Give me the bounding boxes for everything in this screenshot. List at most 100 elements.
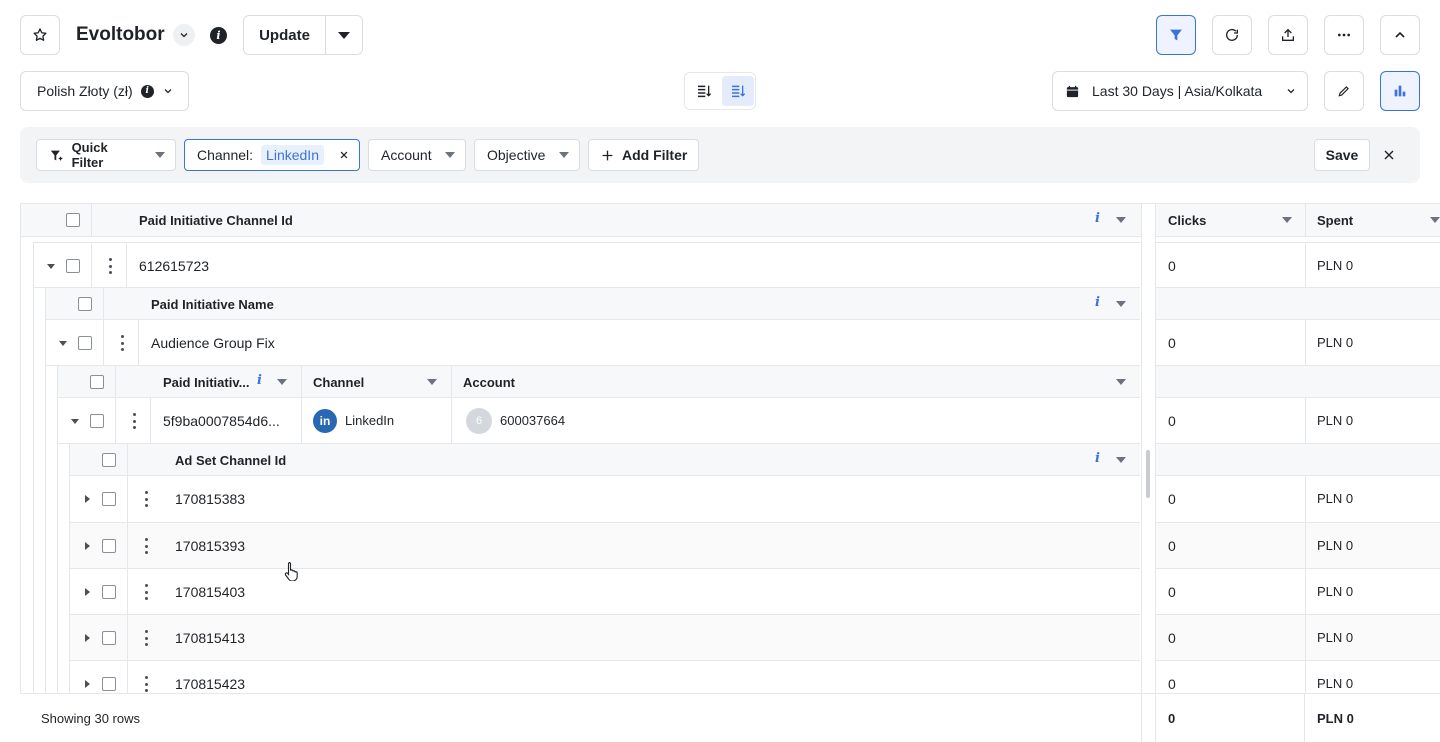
filter-toggle-button[interactable] (1156, 15, 1196, 55)
row-checkbox[interactable] (78, 336, 92, 350)
header-clicks[interactable]: Clicks (1168, 213, 1206, 228)
channel-filter-chip[interactable]: Channel: LinkedIn (184, 139, 360, 171)
star-icon (33, 28, 47, 41)
view-toggle-nested[interactable] (722, 76, 754, 106)
row-checkbox[interactable] (102, 492, 116, 506)
header-paid-initiative-channel-id[interactable]: Paid Initiative Channel Id (139, 213, 293, 228)
column-menu-caret-icon[interactable] (1116, 217, 1126, 223)
favorite-star-button[interactable] (20, 15, 60, 55)
table-row[interactable]: 170815413 (70, 615, 1140, 661)
refresh-button[interactable] (1212, 15, 1252, 55)
info-icon[interactable]: i (257, 373, 262, 388)
column-menu-caret-icon[interactable] (427, 379, 437, 385)
title-info-icon[interactable]: i (210, 27, 227, 44)
vertical-scrollbar[interactable] (1146, 450, 1150, 498)
view-toggle-flat[interactable] (688, 76, 720, 106)
objective-filter-dropdown[interactable]: Objective (474, 139, 580, 171)
row-checkbox[interactable] (102, 631, 116, 645)
table-row[interactable]: 170815383 (70, 476, 1140, 523)
edit-button[interactable] (1324, 71, 1364, 111)
row-menu-icon[interactable] (145, 538, 149, 554)
add-filter-button[interactable]: Add Filter (588, 139, 699, 171)
metrics-header-row: Clicks Spent (1156, 204, 1440, 237)
quick-filter-dropdown[interactable]: Quick Filter (36, 139, 176, 171)
chart-toggle-button[interactable] (1380, 71, 1420, 111)
table-row[interactable]: 170815393 (70, 523, 1140, 569)
expand-row-icon[interactable] (85, 588, 90, 596)
row-menu-icon[interactable] (121, 335, 125, 351)
ad-set-id-cell: 170815423 (175, 676, 246, 692)
column-menu-caret-icon[interactable] (1116, 457, 1126, 463)
metrics-row: 0 PLN 0 (1156, 569, 1440, 615)
select-all-checkbox[interactable] (66, 213, 80, 227)
more-horizontal-icon (1338, 33, 1350, 37)
select-all-checkbox[interactable] (78, 297, 92, 311)
update-dropdown-button[interactable] (325, 15, 363, 55)
expand-row-icon[interactable] (85, 634, 90, 642)
table-row[interactable]: 5f9ba0007854d6... in LinkedIn 6 60003766… (58, 398, 1140, 444)
expand-row-icon[interactable] (85, 680, 90, 688)
table-row[interactable]: 170815403 (70, 569, 1140, 615)
collapse-row-icon[interactable] (71, 419, 79, 424)
filter-bar: Quick Filter Channel: LinkedIn Account O… (20, 127, 1420, 183)
column-menu-caret-icon[interactable] (1430, 217, 1440, 223)
filter-icon (1170, 29, 1182, 41)
table-header-row: Paid Initiative Channel Id i (21, 204, 1141, 237)
column-menu-caret-icon[interactable] (277, 379, 287, 385)
more-options-button[interactable] (1324, 15, 1364, 55)
row-menu-icon[interactable] (145, 676, 149, 692)
row-menu-icon[interactable] (145, 630, 149, 646)
close-filter-bar-icon[interactable] (1383, 149, 1395, 161)
collapse-row-icon[interactable] (47, 264, 55, 269)
column-menu-caret-icon[interactable] (1116, 301, 1126, 307)
row-checkbox[interactable] (102, 539, 116, 553)
row-checkbox[interactable] (102, 585, 116, 599)
info-icon[interactable]: i (1095, 211, 1100, 226)
title-dropdown-button[interactable] (173, 24, 195, 46)
expand-row-icon[interactable] (85, 542, 90, 550)
header-account[interactable]: Account (463, 375, 515, 390)
date-range-picker[interactable]: Last 30 Days | Asia/Kolkata (1052, 71, 1308, 111)
select-all-checkbox[interactable] (102, 453, 116, 467)
row-menu-icon[interactable] (145, 584, 149, 600)
header-spent[interactable]: Spent (1317, 213, 1353, 228)
row-checkbox[interactable] (66, 259, 80, 273)
update-button[interactable]: Update (243, 15, 326, 55)
table-row[interactable]: 170815423 (70, 661, 1140, 693)
account-filter-dropdown[interactable]: Account (368, 139, 466, 171)
collapse-button[interactable] (1380, 15, 1420, 55)
metrics-spacer-row (1156, 444, 1440, 476)
info-icon[interactable]: i (1095, 295, 1100, 310)
caret-down-icon (559, 152, 569, 158)
table-left-pane: Paid Initiative Channel Id i 612615723 P… (20, 204, 1141, 693)
header-channel[interactable]: Channel (313, 375, 364, 390)
header-ad-set-channel-id[interactable]: Ad Set Channel Id (175, 453, 286, 468)
caret-down-icon (338, 31, 350, 39)
row-menu-icon[interactable] (145, 491, 149, 507)
row-checkbox[interactable] (102, 677, 116, 691)
row-checkbox[interactable] (90, 414, 104, 428)
table-row[interactable]: Audience Group Fix (46, 320, 1140, 366)
expand-row-icon[interactable] (85, 495, 90, 503)
header-paid-initiative-name[interactable]: Paid Initiative Name (151, 297, 274, 312)
collapse-row-icon[interactable] (59, 341, 67, 346)
ad-set-id-cell: 170815403 (175, 584, 246, 600)
metrics-row: 0 PLN 0 (1156, 615, 1440, 661)
channel-id-cell: 612615723 (139, 258, 210, 274)
spent-cell: PLN 0 (1317, 584, 1354, 599)
row-menu-icon[interactable] (133, 413, 137, 429)
clicks-cell: 0 (1168, 491, 1176, 507)
close-icon[interactable] (339, 150, 349, 160)
select-all-checkbox[interactable] (90, 375, 104, 389)
export-button[interactable] (1268, 15, 1308, 55)
currency-label: Polish Złoty (zł) (37, 83, 133, 99)
info-icon[interactable]: i (1095, 451, 1100, 466)
row-menu-icon[interactable] (109, 258, 113, 274)
table-row[interactable]: 612615723 (34, 242, 1140, 289)
currency-selector[interactable]: Polish Złoty (zł) i (20, 71, 189, 111)
table-right-pane: Clicks Spent 0 PLN 0 0 PLN 0 0 PLN 0 0 P… (1155, 204, 1440, 693)
column-menu-caret-icon[interactable] (1116, 379, 1126, 385)
header-paid-initiative[interactable]: Paid Initiativ... (163, 375, 249, 390)
save-filter-button[interactable]: Save (1314, 139, 1370, 171)
column-menu-caret-icon[interactable] (1282, 217, 1292, 223)
